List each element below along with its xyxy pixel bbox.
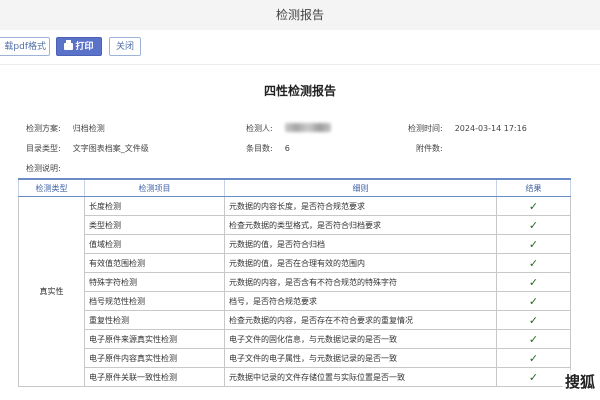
category-cell: 真实性 bbox=[18, 196, 85, 387]
check-icon: ✓ bbox=[528, 275, 539, 289]
watermark-text: 搜狐 bbox=[562, 370, 599, 393]
header-result: 结果 bbox=[496, 178, 571, 197]
rule-cell: 元数据的内容，是否含有不符合规范的特殊字符 bbox=[224, 272, 497, 292]
scheme-label: 检测方案: bbox=[26, 124, 61, 133]
table-row: 类型检测 检查元数据的类型格式，是否符合归档要求 ✓ bbox=[19, 215, 571, 235]
rule-cell: 元数据中记录的文件存储位置与实际位置是否一致 bbox=[224, 367, 497, 387]
result-cell: ✓ bbox=[496, 272, 571, 292]
rule-cell: 检查元数据的内容，是否存在不符合要求的重复情况 bbox=[224, 310, 497, 330]
meta-scheme: 检测方案: 归档检测 bbox=[26, 123, 105, 134]
scheme-value: 归档检测 bbox=[72, 124, 105, 133]
check-icon: ✓ bbox=[528, 370, 539, 384]
toolbar: 载pdf格式 打印 关闭 bbox=[0, 30, 600, 65]
time-label: 检测时间: bbox=[408, 124, 443, 133]
check-icon: ✓ bbox=[528, 313, 539, 327]
rule-cell: 元数据的值，是否在合理有效的范围内 bbox=[224, 253, 497, 273]
attach-label: 附件数: bbox=[416, 144, 443, 153]
check-icon: ✓ bbox=[528, 237, 539, 251]
meta-count: 条目数: 6 bbox=[246, 143, 290, 154]
rule-cell: 电子文件的固化信息，与元数据记录的是否一致 bbox=[224, 329, 497, 349]
meta-desc: 检测说明: bbox=[26, 163, 61, 174]
table-row: 电子原件内容真实性检测 电子文件的电子属性，与元数据记录的是否一致 ✓ bbox=[19, 348, 571, 368]
item-cell: 电子原件内容真实性检测 bbox=[84, 348, 225, 368]
header-rule: 细则 bbox=[224, 178, 497, 197]
check-icon: ✓ bbox=[528, 218, 539, 232]
table-row: 电子原件来源真实性检测 电子文件的固化信息，与元数据记录的是否一致 ✓ bbox=[19, 329, 571, 349]
result-cell: ✓ bbox=[496, 253, 571, 273]
result-cell: ✓ bbox=[496, 367, 571, 387]
table-row: 电子原件关联一致性检测 元数据中记录的文件存储位置与实际位置是否一致 ✓ bbox=[19, 367, 571, 387]
count-label: 条目数: bbox=[246, 144, 273, 153]
check-icon: ✓ bbox=[528, 199, 539, 213]
report-table: 检测类型 检测项目 细则 结果 真实性 长度检测 元数据的内容长度，是否符合规范… bbox=[18, 178, 571, 387]
rule-cell: 元数据的内容长度，是否符合规范要求 bbox=[224, 196, 497, 216]
report-title: 四性检测报告 bbox=[263, 84, 336, 98]
table-row: 特殊字符检测 元数据的内容，是否含有不符合规范的特殊字符 ✓ bbox=[19, 272, 571, 292]
item-cell: 电子原件来源真实性检测 bbox=[84, 329, 225, 349]
result-cell: ✓ bbox=[496, 234, 571, 254]
rule-cell: 元数据的值，是否符合归档 bbox=[224, 234, 497, 254]
meta-attach: 附件数: bbox=[416, 143, 443, 154]
check-icon: ✓ bbox=[528, 332, 539, 346]
result-cell: ✓ bbox=[496, 348, 571, 368]
item-cell: 长度检测 bbox=[84, 196, 225, 216]
check-icon: ✓ bbox=[528, 294, 539, 308]
table-row: 值域检测 元数据的值，是否符合归档 ✓ bbox=[19, 234, 571, 254]
table-row: 档号规范性检测 档号，是否符合规范要求 ✓ bbox=[19, 291, 571, 311]
item-cell: 电子原件关联一致性检测 bbox=[84, 367, 225, 387]
export-pdf-button[interactable]: 载pdf格式 bbox=[0, 37, 50, 56]
result-cell: ✓ bbox=[496, 329, 571, 349]
item-cell: 类型检测 bbox=[84, 215, 225, 235]
print-button-label: 打印 bbox=[75, 42, 94, 52]
check-icon: ✓ bbox=[528, 351, 539, 365]
table-header-row: 检测类型 检测项目 细则 结果 bbox=[18, 178, 571, 197]
meta-time: 检测时间: 2024-03-14 17:16 bbox=[408, 123, 527, 134]
window-title: 检测报告 bbox=[0, 0, 600, 31]
catalog-value: 文字图表档案_文件级 bbox=[72, 144, 149, 153]
meta-inspector: 检测人: bbox=[246, 123, 331, 134]
desc-label: 检测说明: bbox=[26, 164, 61, 173]
item-cell: 档号规范性检测 bbox=[84, 291, 225, 311]
rule-cell: 电子文件的电子属性，与元数据记录的是否一致 bbox=[224, 348, 497, 368]
close-button[interactable]: 关闭 bbox=[109, 37, 141, 56]
table-row: 重复性检测 检查元数据的内容，是否存在不符合要求的重复情况 ✓ bbox=[19, 310, 571, 330]
catalog-label: 目录类型: bbox=[26, 144, 61, 153]
result-cell: ✓ bbox=[496, 310, 571, 330]
result-cell: ✓ bbox=[496, 215, 571, 235]
rule-cell: 检查元数据的类型格式，是否符合归档要求 bbox=[224, 215, 497, 235]
inspector-label: 检测人: bbox=[246, 124, 273, 133]
inspector-blurred-name bbox=[284, 123, 331, 132]
result-cell: ✓ bbox=[496, 196, 571, 216]
item-cell: 有效值范围检测 bbox=[84, 253, 225, 273]
item-cell: 特殊字符检测 bbox=[84, 272, 225, 292]
table-row: 有效值范围检测 元数据的值，是否在合理有效的范围内 ✓ bbox=[19, 253, 571, 273]
count-value: 6 bbox=[284, 144, 290, 153]
check-icon: ✓ bbox=[528, 256, 539, 270]
result-cell: ✓ bbox=[496, 291, 571, 311]
rule-cell: 档号，是否符合规范要求 bbox=[224, 291, 497, 311]
header-type: 检测类型 bbox=[18, 178, 85, 197]
printer-icon bbox=[64, 40, 74, 50]
table-row: 真实性 长度检测 元数据的内容长度，是否符合规范要求 ✓ bbox=[18, 196, 571, 387]
print-button[interactable]: 打印 bbox=[56, 37, 102, 56]
header-item: 检测项目 bbox=[84, 178, 225, 197]
meta-catalog: 目录类型: 文字图表档案_文件级 bbox=[26, 143, 149, 154]
item-cell: 值域检测 bbox=[84, 234, 225, 254]
item-cell: 重复性检测 bbox=[84, 310, 225, 330]
time-value: 2024-03-14 17:16 bbox=[454, 124, 527, 133]
